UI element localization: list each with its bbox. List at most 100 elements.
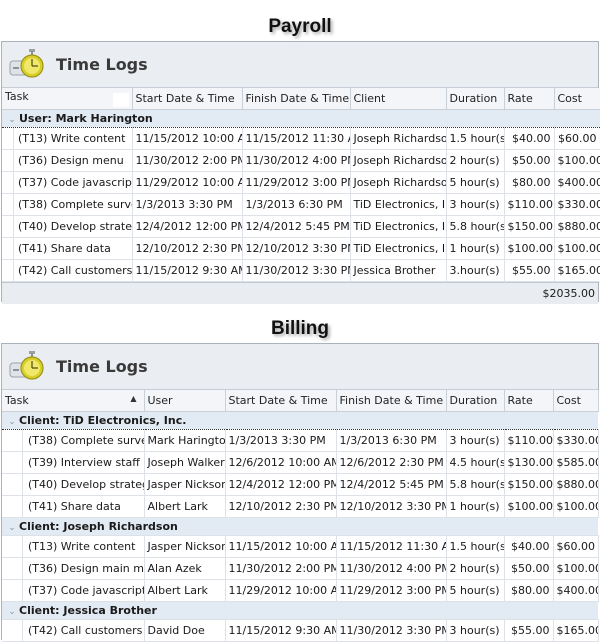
cell-cost: $165.00 — [553, 619, 599, 642]
cell-task: (T13) Write content — [2, 127, 133, 150]
cell-duration: 5.8 hour(s) — [446, 473, 505, 496]
cell-rate: $40.00 — [504, 127, 555, 150]
table-row[interactable]: (T38) Complete survey Mark Harington 1/3/2… — [2, 429, 599, 452]
payroll-panel: Time Logs Task Start Date & Time Finish … — [1, 41, 600, 304]
cell-client: TiD Electronics, Inc. — [350, 237, 447, 260]
cell-cost: $100.00 — [553, 495, 599, 518]
cell-finish: 11/29/2012 3:00 PM — [242, 171, 351, 194]
cell-cost: $60.00 — [554, 127, 600, 150]
column-header-cost[interactable]: Cost — [554, 88, 600, 110]
column-header-client[interactable]: Client — [350, 88, 447, 110]
cell-rate: $110.00 — [504, 193, 555, 216]
cell-duration: 5 hour(s) — [446, 579, 505, 602]
cell-cost: $330.00 — [553, 429, 599, 452]
cell-duration: 1.5 hour(s) — [446, 127, 505, 150]
table-row[interactable]: (T36) Design main menuAlan Azek11/30/201… — [2, 557, 599, 580]
cell-duration: 5 hour(s) — [446, 171, 505, 194]
cell-finish: 11/30/2012 4:00 PM — [242, 149, 351, 172]
table-row[interactable]: (T41) Share data 12/10/2012 2:30 PM 12/10/… — [2, 237, 600, 260]
table-row[interactable]: (T13) Write content11/15/2012 10:00 AM11… — [2, 127, 600, 150]
table-row[interactable]: (T41) Share data Albert Lark 12/10/2012 2:… — [2, 495, 599, 518]
cell-task: (T38) Complete survey — [2, 429, 145, 452]
sort-ascending-icon: ▲ — [130, 393, 137, 403]
cell-duration: 4.5 hour(s) — [446, 451, 505, 474]
group-label: Client: Jessica Brother — [19, 603, 157, 617]
cell-finish: 11/29/2012 3:00 PM — [336, 579, 447, 602]
column-header-rate[interactable]: Rate — [504, 88, 555, 110]
payroll-grid: Task Start Date & Time Finish Date & Tim… — [2, 88, 600, 282]
cell-start: 12/10/2012 2:30 PM — [132, 237, 243, 260]
column-header-task[interactable]: Task ▲ — [2, 390, 145, 412]
cell-rate: $100.00 — [504, 495, 554, 518]
cell-user: Albert Lark — [144, 495, 226, 518]
cell-duration: 1 hour(s) — [446, 495, 505, 518]
cell-task: (T40) Develop strategy — [2, 215, 133, 238]
column-header-start[interactable]: Start Date & Time — [132, 88, 243, 110]
cell-start: 11/29/2012 10:00 AM — [132, 171, 243, 194]
table-row[interactable]: (T38) Complete survey 1/3/2013 3:30 PM 1/3… — [2, 193, 600, 216]
chevron-down-icon[interactable]: ⌄ — [5, 523, 19, 533]
cell-user: Mark Harington — [144, 429, 226, 452]
billing-section-title: Billing — [270, 318, 330, 339]
cell-finish: 12/4/2012 5:45 PM — [336, 473, 447, 496]
cell-start: 11/30/2012 2:00 PM — [132, 149, 243, 172]
column-header-user[interactable]: User — [144, 390, 226, 412]
group-label: User: Mark Harington — [19, 111, 153, 125]
cell-start: 12/4/2012 12:00 PM — [132, 215, 243, 238]
cell-cost: $880.00 — [553, 473, 599, 496]
cell-cost: $100.00 — [554, 149, 600, 172]
column-header-task[interactable]: Task — [2, 88, 133, 110]
billing-panel-title: Time Logs — [56, 357, 148, 376]
billing-grid: Task ▲ User Start Date & Time Finish Date… — [2, 390, 599, 642]
column-header-cost[interactable]: Cost — [553, 390, 599, 412]
table-row[interactable]: (T36) Design menu 11/30/2012 2:00 PM 11/30… — [2, 149, 600, 172]
table-row[interactable]: (T37) Code javascript11/29/2012 10:00 AM… — [2, 171, 600, 194]
group-cell: ⌄ Client: Joseph Richardson — [2, 517, 598, 536]
group-row[interactable]: ⌄ User: Mark Harington — [2, 108, 600, 128]
cell-cost: $165.00 — [554, 259, 600, 282]
cell-finish: 11/30/2012 4:00 PM — [336, 557, 447, 580]
cell-start: 11/15/2012 10:00 AM — [225, 535, 337, 558]
table-row[interactable]: (T40) Develop strategy12/4/2012 12:00 PM… — [2, 215, 600, 238]
chevron-down-icon[interactable]: ⌄ — [5, 417, 19, 427]
group-row[interactable]: ⌄ Client: TiD Electronics, Inc. — [2, 410, 598, 430]
cell-start: 11/15/2012 9:30 AM — [132, 259, 243, 282]
cell-rate: $130.00 — [504, 451, 554, 474]
table-row[interactable]: (T42) Call customers David Doe 11/15/2012 … — [2, 619, 599, 642]
column-header-duration[interactable]: Duration — [446, 390, 505, 412]
group-cell: ⌄ Client: Jessica Brother — [2, 601, 598, 620]
cell-duration: 3 hour(s) — [446, 429, 505, 452]
cell-client: Joseph Richardson — [350, 127, 447, 150]
column-header-duration[interactable]: Duration — [446, 88, 505, 110]
chevron-down-icon[interactable]: ⌄ — [5, 607, 19, 617]
column-header-finish[interactable]: Finish Date & Time — [242, 88, 351, 110]
column-header-finish[interactable]: Finish Date & Time — [336, 390, 447, 412]
cell-task: (T37) Code javascript — [2, 171, 133, 194]
billing-panel: Time Logs Task ▲ User Start Date & Time F… — [1, 343, 599, 642]
table-row[interactable]: (T40) Develop strategy Jasper Nickson 12/4… — [2, 473, 599, 496]
chevron-down-icon[interactable]: ⌄ — [5, 115, 19, 125]
table-row[interactable]: (T42) Call customers 11/15/2012 9:30 AM 11… — [2, 259, 600, 282]
cell-rate: $50.00 — [504, 557, 554, 580]
table-row[interactable]: (T37) Code javascript Albert Lark 11/29/20… — [2, 579, 599, 602]
payroll-panel-header: Time Logs — [2, 42, 598, 88]
table-row[interactable]: (T39) Interview staff Joseph Walker 12/6/2… — [2, 451, 599, 474]
cell-finish: 12/6/2012 2:30 PM — [336, 451, 447, 474]
cell-rate: $100.00 — [504, 237, 555, 260]
column-header-start[interactable]: Start Date & Time — [225, 390, 337, 412]
cell-user: Jasper Nickson — [144, 473, 226, 496]
table-row[interactable]: (T13) Write content Jasper Nickson 11/15/2… — [2, 535, 599, 558]
cell-duration: 3 hour(s) — [446, 619, 505, 642]
group-row[interactable]: ⌄ Client: Joseph Richardson — [2, 517, 598, 536]
cell-rate: $40.00 — [504, 535, 554, 558]
payroll-total: $2035.00 — [2, 281, 598, 304]
cell-finish: 11/15/2012 11:30 AM — [336, 535, 447, 558]
cell-user: David Doe — [144, 619, 226, 642]
group-row[interactable]: ⌄ Client: Jessica Brother — [2, 601, 598, 620]
cell-task: (T41) Share data — [2, 237, 133, 260]
cell-task: (T39) Interview staff — [2, 451, 145, 474]
cell-duration: 3 hour(s) — [446, 193, 505, 216]
column-header-rate[interactable]: Rate — [504, 390, 554, 412]
cell-cost: $100.00 — [554, 237, 600, 260]
cell-user: Jasper Nickson — [144, 535, 226, 558]
